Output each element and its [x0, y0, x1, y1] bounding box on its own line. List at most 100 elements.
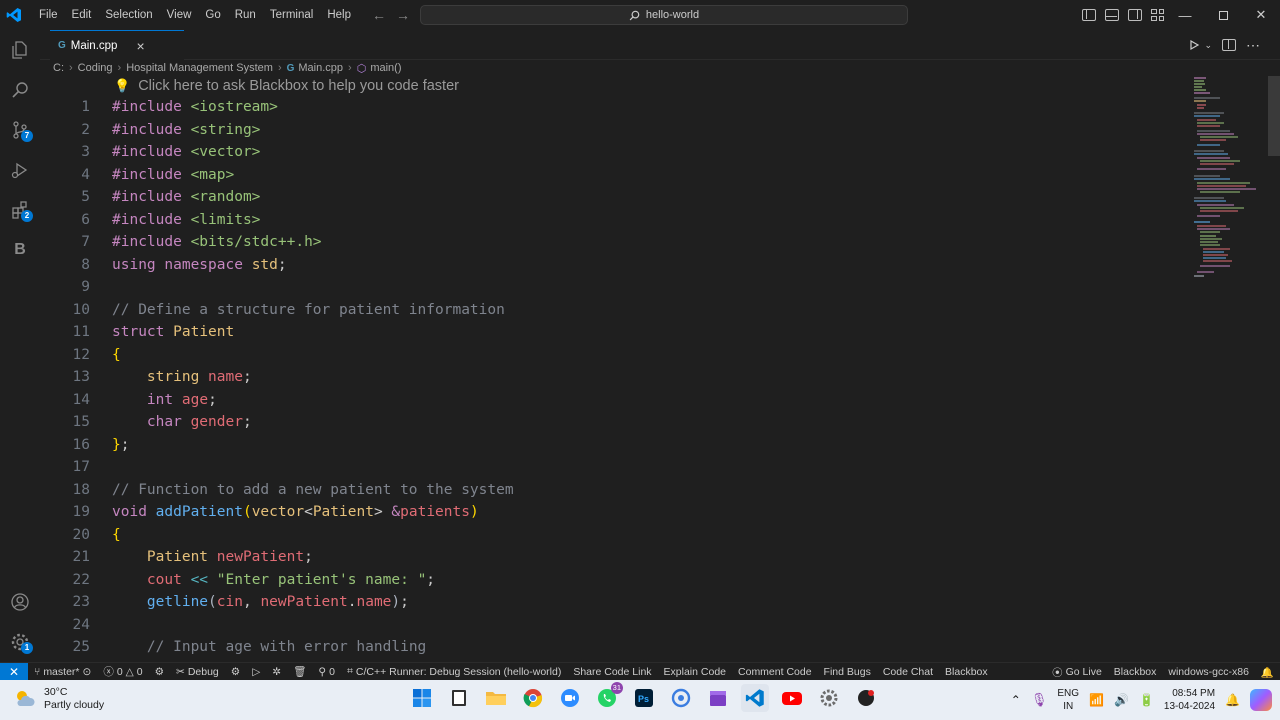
code-line[interactable]: 16};: [40, 434, 1190, 457]
code-line[interactable]: 6 #include <limits>: [40, 209, 1190, 232]
code-line[interactable]: 25 // Input age with error handling: [40, 636, 1190, 659]
run-options-chevron-icon[interactable]: ⌄: [1204, 40, 1212, 51]
source-control-icon[interactable]: 7: [0, 110, 40, 150]
menu-terminal[interactable]: Terminal: [263, 0, 320, 30]
menu-view[interactable]: View: [160, 0, 199, 30]
close-window-icon[interactable]: ✕: [1242, 0, 1280, 30]
split-editor-icon[interactable]: [1222, 39, 1236, 51]
status-debug[interactable]: ✂ Debug: [170, 666, 225, 678]
account-icon[interactable]: [0, 582, 40, 622]
chevron-up-icon[interactable]: ⌃: [1011, 693, 1021, 707]
code-line[interactable]: 13 string name;: [40, 366, 1190, 389]
code-line[interactable]: 15 char gender;: [40, 411, 1190, 434]
status-blackbox[interactable]: Blackbox: [939, 666, 994, 678]
menu-file[interactable]: File: [32, 0, 65, 30]
photoshop-icon[interactable]: Ps: [630, 684, 658, 712]
clapper-icon[interactable]: [704, 684, 732, 712]
customize-layout-icon[interactable]: [1151, 9, 1164, 21]
status-branch[interactable]: ⑂ master* ⊙: [28, 666, 97, 678]
status-comment-code[interactable]: Comment Code: [732, 666, 818, 678]
manage-gear-icon[interactable]: 1: [0, 622, 40, 662]
status-find-bugs[interactable]: Find Bugs: [818, 666, 877, 678]
toggle-primary-sidebar-icon[interactable]: [1082, 9, 1096, 21]
close-tab-icon[interactable]: ×: [136, 38, 144, 54]
youtube-icon[interactable]: [778, 684, 806, 712]
code-line[interactable]: 14 int age;: [40, 389, 1190, 412]
breadcrumb-file[interactable]: Main.cpp: [298, 62, 343, 74]
notifications-bell-icon[interactable]: 🔔: [1255, 666, 1280, 679]
minimize-icon[interactable]: —: [1166, 0, 1204, 30]
vertical-scrollbar[interactable]: [1268, 76, 1280, 156]
status-runner[interactable]: ⌗ C/C++ Runner: Debug Session (hello-worl…: [341, 665, 567, 678]
search-icon[interactable]: [0, 70, 40, 110]
extensions-icon[interactable]: 2: [0, 190, 40, 230]
tab-main-cpp[interactable]: G Main.cpp ×: [50, 30, 184, 60]
minimap[interactable]: [1190, 76, 1270, 662]
microphone-icon[interactable]: 🎙: [1031, 692, 1048, 708]
vscode-icon[interactable]: [741, 684, 769, 712]
app-dark-icon[interactable]: [852, 684, 880, 712]
status-go-live[interactable]: ⦿ Go Live: [1046, 665, 1108, 680]
copilot-icon[interactable]: [1250, 689, 1272, 711]
code-line[interactable]: 3 #include <vector>: [40, 141, 1190, 164]
code-line[interactable]: 7 #include <bits/stdc++.h>: [40, 231, 1190, 254]
status-explain-code[interactable]: Explain Code: [658, 666, 732, 678]
status-code-chat[interactable]: Code Chat: [877, 666, 939, 678]
weather-widget[interactable]: 30°C Partly cloudy: [14, 686, 104, 712]
code-line[interactable]: 5 #include <random>: [40, 186, 1190, 209]
status-run-icon[interactable]: ▷: [246, 666, 266, 678]
code-line[interactable]: 19 void addPatient(vector<Patient> &patie…: [40, 501, 1190, 524]
status-ports[interactable]: ⚲ 0: [312, 666, 341, 678]
code-line[interactable]: 1 #include <iostream>: [40, 96, 1190, 119]
chrome-icon[interactable]: [519, 684, 547, 712]
menu-help[interactable]: Help: [320, 0, 358, 30]
code-line[interactable]: 23 getline(cin, newPatient.name);: [40, 591, 1190, 614]
battery-icon[interactable]: 🔋: [1139, 693, 1154, 707]
breadcrumb-folder-project[interactable]: Hospital Management System: [126, 62, 273, 74]
status-clean-trash-icon[interactable]: 🗑: [287, 665, 312, 678]
blackbox-icon[interactable]: B: [0, 230, 40, 270]
language-indicator[interactable]: ENG IN: [1057, 687, 1079, 713]
code-line[interactable]: 2 #include <string>: [40, 119, 1190, 142]
status-blackbox-right[interactable]: Blackbox: [1108, 666, 1163, 678]
forward-arrow-icon[interactable]: →: [396, 7, 410, 23]
code-editor[interactable]: 💡 Click here to ask Blackbox to help you…: [40, 76, 1190, 662]
code-line[interactable]: 11 struct Patient: [40, 321, 1190, 344]
menu-selection[interactable]: Selection: [98, 0, 159, 30]
status-debug-bug-icon[interactable]: ✲: [266, 666, 287, 678]
menu-go[interactable]: Go: [198, 0, 227, 30]
breadcrumb-folder-coding[interactable]: Coding: [78, 62, 113, 74]
status-share-code-link[interactable]: Share Code Link: [567, 666, 657, 678]
notification-bell-icon[interactable]: 🔔: [1225, 693, 1240, 707]
menu-edit[interactable]: Edit: [65, 0, 99, 30]
explorer-icon[interactable]: [0, 30, 40, 70]
toggle-secondary-sidebar-icon[interactable]: [1128, 9, 1142, 21]
folder-icon[interactable]: [482, 684, 510, 712]
code-line[interactable]: 21 Patient newPatient;: [40, 546, 1190, 569]
volume-icon[interactable]: 🔊: [1114, 693, 1129, 707]
app-blue-icon[interactable]: [667, 684, 695, 712]
status-compile-icon[interactable]: ⚙: [149, 666, 170, 678]
back-arrow-icon[interactable]: ←: [372, 7, 386, 23]
zoom-icon[interactable]: [556, 684, 584, 712]
more-actions-icon[interactable]: ⋯: [1246, 37, 1260, 54]
code-line[interactable]: 24: [40, 614, 1190, 637]
code-line[interactable]: 9: [40, 276, 1190, 299]
run-file-icon[interactable]: [1188, 39, 1200, 51]
code-line[interactable]: 4 #include <map>: [40, 164, 1190, 187]
wifi-icon[interactable]: 📶: [1089, 693, 1104, 707]
run-debug-icon[interactable]: [0, 150, 40, 190]
windows-start-icon[interactable]: [408, 684, 436, 712]
code-line[interactable]: 18// Function to add a new patient to th…: [40, 479, 1190, 502]
code-line[interactable]: 8 using namespace std;: [40, 254, 1190, 277]
remote-indicator-icon[interactable]: ✕: [0, 662, 28, 681]
status-build-gear-icon[interactable]: ⚙: [225, 666, 246, 678]
breadcrumb-symbol[interactable]: main(): [370, 62, 401, 74]
code-line[interactable]: 17: [40, 456, 1190, 479]
status-problems[interactable]: ⓧ 0 △ 0: [97, 664, 148, 679]
status-compiler[interactable]: windows-gcc-x86: [1162, 666, 1255, 678]
code-line[interactable]: 10// Define a structure for patient info…: [40, 299, 1190, 322]
settings-icon[interactable]: [815, 684, 843, 712]
breadcrumb-drive[interactable]: C:: [53, 62, 64, 74]
code-line[interactable]: 22 cout << "Enter patient's name: ";: [40, 569, 1190, 592]
